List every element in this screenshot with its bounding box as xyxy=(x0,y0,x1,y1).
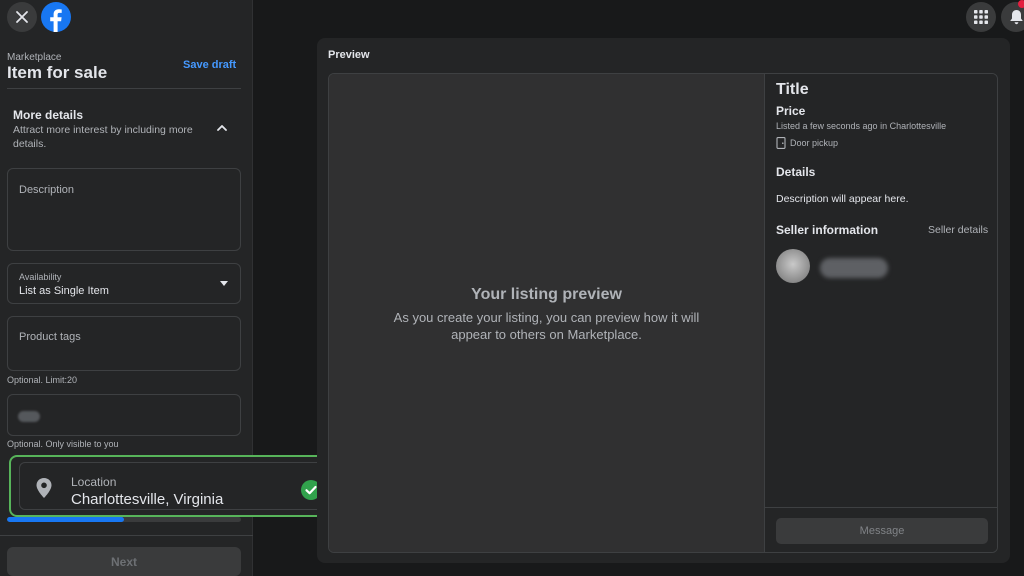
location-pin-icon xyxy=(36,478,52,498)
location-field-highlight: Location Charlottesville, Virginia xyxy=(9,455,335,517)
sku-hint: Optional. Only visible to you xyxy=(7,439,119,449)
preview-image-title: Your listing preview xyxy=(471,286,622,303)
availability-value: List as Single Item xyxy=(19,285,109,297)
close-button[interactable] xyxy=(7,2,37,32)
preview-seller-heading: Seller information xyxy=(776,223,879,237)
menu-button[interactable] xyxy=(966,2,996,32)
product-tags-hint: Optional. Limit:20 xyxy=(7,375,78,385)
next-button[interactable]: Next xyxy=(7,547,241,576)
preview-image-text: As you create your listing, you can prev… xyxy=(393,310,700,342)
redacted-label xyxy=(18,411,40,422)
preview-title: Title xyxy=(776,81,809,98)
breadcrumb: Marketplace xyxy=(7,52,62,63)
preview-description: Description will appear here. xyxy=(776,193,909,205)
location-label: Location xyxy=(71,475,117,489)
product-tags-input[interactable]: Product tags xyxy=(7,316,241,371)
progress-bar xyxy=(7,517,241,522)
sku-input[interactable] xyxy=(7,394,241,436)
preview-panel: Preview Your listing preview As you crea… xyxy=(317,38,1010,563)
preview-listed-time: Listed a few seconds ago in Charlottesvi… xyxy=(776,121,947,131)
progress-bar-fill xyxy=(7,517,124,522)
preview-image-area: Your listing preview As you create your … xyxy=(329,74,764,552)
description-textarea[interactable]: Description xyxy=(7,168,241,251)
save-draft-button[interactable]: Save draft xyxy=(183,59,236,71)
close-icon xyxy=(16,11,28,23)
preview-details-heading: Details xyxy=(776,165,816,179)
grid-menu-icon xyxy=(974,10,988,24)
seller-details-link[interactable]: Seller details xyxy=(928,224,988,236)
location-input[interactable]: Location Charlottesville, Virginia xyxy=(19,462,325,510)
avatar xyxy=(776,249,810,283)
description-label: Description xyxy=(19,184,75,196)
preview-pickup: Door pickup xyxy=(790,138,839,148)
preview-frame: Your listing preview As you create your … xyxy=(328,73,998,553)
info-divider xyxy=(765,507,997,508)
more-details-title[interactable]: More details xyxy=(13,108,83,122)
preview-heading: Preview xyxy=(328,49,370,61)
chevron-up-icon[interactable] xyxy=(215,121,229,135)
header-divider xyxy=(7,88,241,89)
footer-divider xyxy=(0,535,253,536)
availability-select[interactable]: Availability List as Single Item xyxy=(7,263,241,304)
bell-icon xyxy=(1009,10,1023,25)
preview-info-column: Title Price Listed a few seconds ago in … xyxy=(764,74,997,552)
message-button[interactable]: Message xyxy=(776,518,988,544)
availability-label: Availability xyxy=(19,272,62,282)
redacted-seller-name xyxy=(820,258,888,278)
notification-badge xyxy=(1018,0,1024,8)
location-value: Charlottesville, Virginia xyxy=(71,491,224,508)
preview-price: Price xyxy=(776,104,806,118)
facebook-logo-icon[interactable] xyxy=(41,2,71,32)
page-title: Item for sale xyxy=(7,63,108,82)
product-tags-label: Product tags xyxy=(19,331,81,343)
caret-down-icon xyxy=(220,281,228,286)
more-details-subtitle: Attract more interest by including more … xyxy=(13,124,193,150)
door-icon xyxy=(776,137,786,149)
